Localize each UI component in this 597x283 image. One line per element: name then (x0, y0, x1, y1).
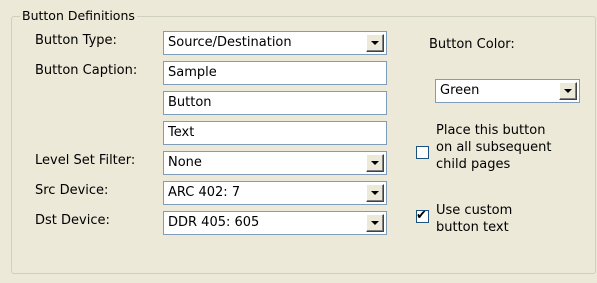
caption-line-2-input[interactable]: Button (163, 91, 387, 115)
level-set-filter-dropdown-button[interactable] (366, 154, 384, 172)
src-device-label: Src Device: (35, 183, 109, 198)
group-title: Button Definitions (20, 8, 137, 24)
checkmark-icon: ✔ (416, 208, 427, 223)
chevron-down-icon (371, 221, 379, 225)
button-type-dropdown-button[interactable] (366, 34, 384, 52)
place-on-child-pages-label-line-3: child pages (436, 157, 511, 172)
button-color-value: Green (440, 83, 480, 98)
level-set-filter-value: None (168, 155, 202, 170)
caption-line-1-input[interactable]: Sample (163, 61, 387, 85)
level-set-filter-select[interactable]: None (163, 151, 387, 175)
dst-device-value: DDR 405: 605 (168, 215, 260, 230)
place-on-child-pages-label-line-1: Place this button (436, 123, 546, 138)
caption-line-3-value: Text (168, 125, 195, 140)
src-device-dropdown-button[interactable] (366, 184, 384, 202)
dst-device-dropdown-button[interactable] (366, 214, 384, 232)
use-custom-text-label-line-2: button text (436, 220, 509, 235)
caption-line-2-value: Button (168, 95, 212, 110)
src-device-select[interactable]: ARC 402: 7 (163, 181, 387, 205)
level-set-filter-label: Level Set Filter: (35, 153, 136, 168)
use-custom-text-label-line-1: Use custom (436, 203, 513, 218)
src-device-value: ARC 402: 7 (168, 185, 241, 200)
place-on-child-pages-label-line-2: on all subsequent (436, 140, 552, 155)
dst-device-select[interactable]: DDR 405: 605 (163, 211, 387, 235)
use-custom-text-checkbox[interactable]: ✔ (416, 208, 429, 223)
button-color-dropdown-button[interactable] (559, 82, 577, 100)
button-color-label: Button Color: (429, 37, 515, 52)
button-type-label: Button Type: (35, 33, 117, 48)
chevron-down-icon (371, 41, 379, 45)
chevron-down-icon (564, 89, 572, 93)
button-caption-label: Button Caption: (35, 63, 138, 78)
dst-device-label: Dst Device: (35, 213, 110, 228)
button-type-select[interactable]: Source/Destination (163, 31, 387, 55)
button-type-value: Source/Destination (168, 35, 292, 50)
button-color-select[interactable]: Green (435, 79, 580, 103)
caption-line-1-value: Sample (168, 65, 217, 80)
chevron-down-icon (371, 191, 379, 195)
place-on-child-pages-checkbox[interactable] (416, 146, 429, 159)
chevron-down-icon (371, 161, 379, 165)
caption-line-3-input[interactable]: Text (163, 121, 387, 145)
